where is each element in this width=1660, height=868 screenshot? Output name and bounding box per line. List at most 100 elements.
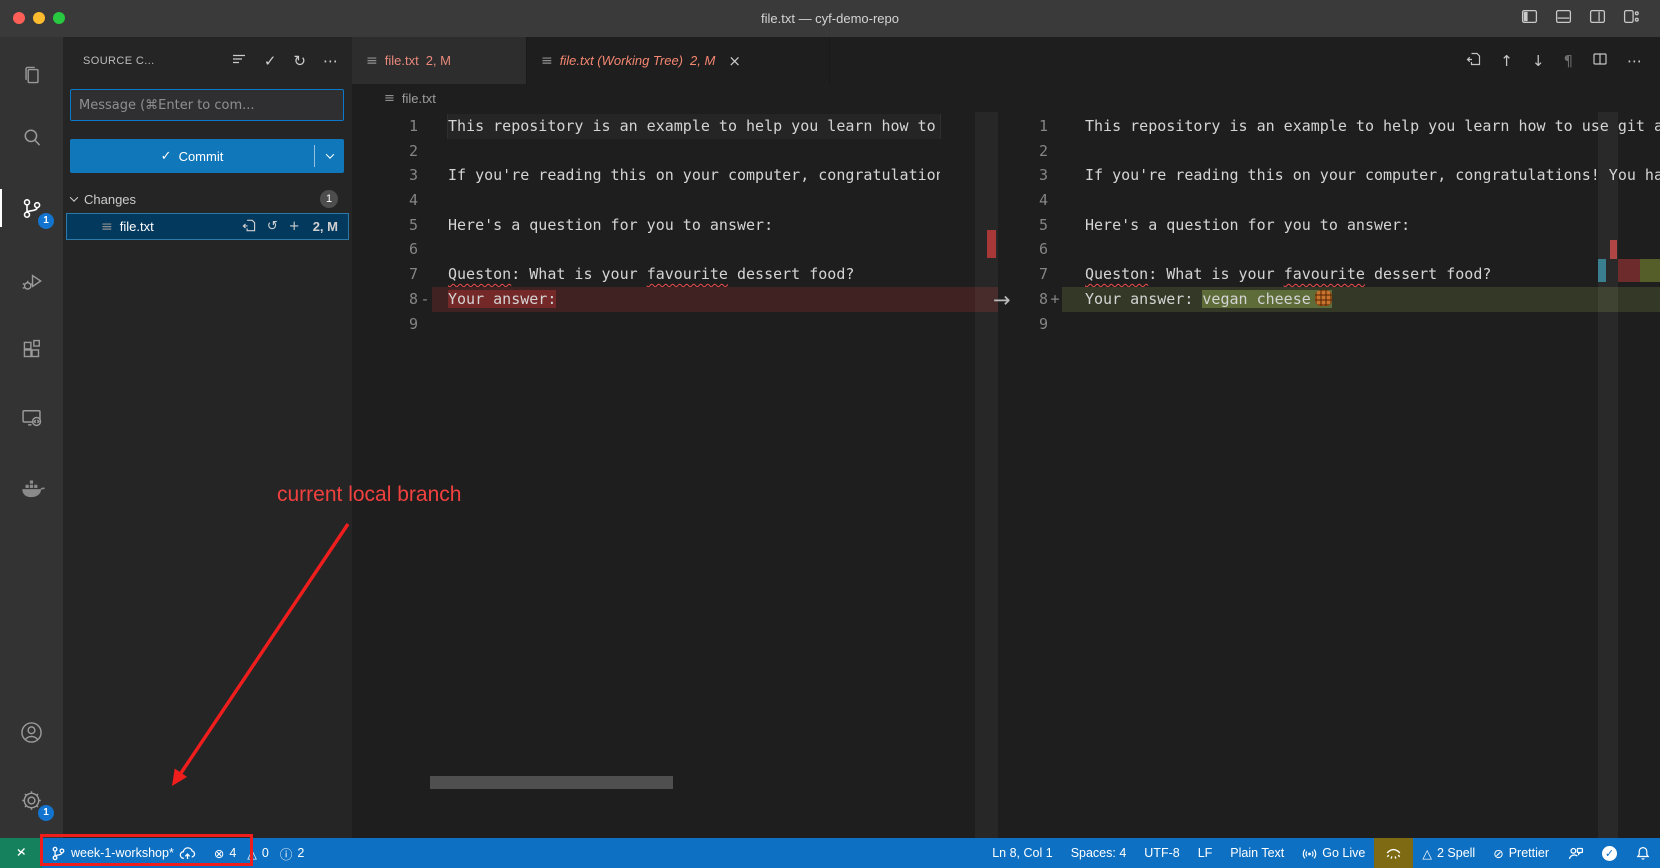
- tab-file-txt[interactable]: ≡ file.txt 2, M: [352, 37, 527, 84]
- line-number: 9: [352, 312, 418, 337]
- tab-label: file.txt: [385, 53, 419, 68]
- code-line[interactable]: 4: [1000, 188, 1660, 213]
- code-line[interactable]: 2: [352, 139, 998, 164]
- left-editor-scrollbar[interactable]: [975, 112, 998, 838]
- refresh-icon[interactable]: ↻: [293, 52, 306, 70]
- go-live-item[interactable]: Go Live: [1293, 838, 1374, 868]
- title-bar: file.txt — cyf-demo-repo: [0, 0, 1660, 37]
- sidebar-header: SOURCE C... ✓ ↻ ⋯: [63, 37, 352, 84]
- line-number: 5: [352, 213, 418, 238]
- horizontal-scrollbar[interactable]: [430, 776, 673, 789]
- code-line[interactable]: 3If you're reading this on your computer…: [1000, 163, 1660, 188]
- changed-file-row[interactable]: ≡ file.txt ↺ + 2, M: [66, 213, 349, 240]
- commit-message-input[interactable]: [70, 89, 344, 121]
- commit-button[interactable]: ✓ Commit: [70, 139, 344, 173]
- settings-gear-icon[interactable]: 1: [0, 774, 63, 826]
- code-line[interactable]: 9: [1000, 312, 1660, 337]
- changes-section-header[interactable]: Changes 1: [63, 186, 352, 212]
- docker-icon[interactable]: [0, 462, 63, 514]
- code-line[interactable]: 3If you're reading this on your computer…: [352, 163, 998, 188]
- code-line[interactable]: 5Here's a question for you to answer:: [1000, 213, 1660, 238]
- prettier-status-item[interactable]: ⊘ Prettier: [1484, 838, 1558, 868]
- open-changes-icon[interactable]: [1465, 51, 1481, 71]
- tab-file-txt-working-tree[interactable]: ≡ file.txt (Working Tree) 2, M ×: [527, 37, 830, 84]
- line-number: 6: [352, 237, 418, 262]
- breadcrumb[interactable]: ≡ file.txt: [352, 84, 1660, 112]
- code-line[interactable]: 5Here's a question for you to answer:: [352, 213, 998, 238]
- warning-icon: △: [1422, 846, 1432, 861]
- line-number: 7: [352, 262, 418, 287]
- toggle-secondary-sidebar-icon[interactable]: [1589, 8, 1606, 25]
- more-actions-icon[interactable]: ⋯: [1627, 52, 1642, 70]
- remote-explorer-icon[interactable]: [0, 391, 63, 443]
- accounts-icon[interactable]: [0, 706, 63, 758]
- info-count: 2: [297, 846, 304, 860]
- line-number: 4: [1000, 188, 1048, 213]
- code-line[interactable]: 1This repository is an example to help y…: [1000, 114, 1660, 139]
- line-number: 2: [1000, 139, 1048, 164]
- eol-item[interactable]: LF: [1189, 838, 1222, 868]
- open-file-icon[interactable]: [241, 218, 256, 236]
- line-number: 6: [1000, 237, 1048, 262]
- code-line[interactable]: 2: [1000, 139, 1660, 164]
- deleted-code-line[interactable]: 8-Your answer:: [352, 287, 998, 312]
- discard-changes-icon[interactable]: ↺: [267, 219, 278, 234]
- added-code-line[interactable]: 8+Your answer: vegan cheese: [1000, 287, 1660, 312]
- spell-status-item[interactable]: △ 2 Spell: [1413, 838, 1484, 868]
- cursor-position-item[interactable]: Ln 8, Col 1: [983, 838, 1061, 868]
- changes-count-badge: 1: [320, 190, 338, 208]
- whitespace-icon[interactable]: ¶: [1563, 52, 1573, 70]
- file-icon: ≡: [366, 53, 378, 69]
- diff-removed-sign: -: [418, 287, 432, 312]
- close-tab-icon[interactable]: ×: [728, 52, 741, 70]
- line-number: 1: [352, 114, 418, 139]
- waffle-emoji: [1315, 290, 1332, 306]
- settings-badge: 1: [38, 805, 54, 821]
- toggle-panel-icon[interactable]: [1555, 8, 1572, 25]
- view-and-sort-icon[interactable]: [231, 51, 247, 71]
- customize-layout-icon[interactable]: [1623, 8, 1640, 25]
- commit-check-icon[interactable]: ✓: [264, 52, 277, 70]
- code-line[interactable]: 6: [1000, 237, 1660, 262]
- code-line[interactable]: 7Queston: What is your favourite dessert…: [1000, 262, 1660, 287]
- revert-change-arrow-icon[interactable]: →: [993, 288, 1011, 312]
- file-icon: ≡: [101, 219, 113, 235]
- extensions-icon[interactable]: [0, 324, 63, 376]
- split-editor-icon[interactable]: [1592, 51, 1608, 71]
- remote-indicator[interactable]: [0, 838, 42, 868]
- spell-checker-off-item[interactable]: [1374, 838, 1413, 868]
- line-number: 5: [1000, 213, 1048, 238]
- notifications-item[interactable]: [1626, 838, 1660, 868]
- run-debug-icon[interactable]: [0, 255, 63, 307]
- feedback-item[interactable]: [1558, 838, 1593, 868]
- toggle-sidebar-icon[interactable]: [1521, 8, 1538, 25]
- activity-bar: 1 1: [0, 37, 63, 838]
- warning-count: 0: [262, 846, 269, 860]
- annotation-label: current local branch: [277, 483, 461, 507]
- code-line[interactable]: 1This repository is an example to help y…: [352, 114, 998, 139]
- code-text: Your answer: vegan cheese: [1085, 287, 1332, 312]
- source-control-icon[interactable]: 1: [0, 182, 63, 234]
- next-change-icon[interactable]: ↓: [1532, 52, 1545, 70]
- problems-status-item[interactable]: ⊗4 △0 ⓘ2: [205, 838, 313, 868]
- code-line[interactable]: 7Queston: What is your favourite dessert…: [352, 262, 998, 287]
- sidebar-title: SOURCE C...: [83, 55, 155, 67]
- explorer-icon[interactable]: [0, 49, 63, 101]
- error-count: 4: [229, 846, 236, 860]
- encoding-item[interactable]: UTF-8: [1135, 838, 1188, 868]
- line-number: 9: [1000, 312, 1048, 337]
- previous-change-icon[interactable]: ↑: [1500, 52, 1513, 70]
- search-icon[interactable]: [0, 112, 63, 164]
- source-control-badge: 1: [38, 213, 54, 229]
- indentation-item[interactable]: Spaces: 4: [1062, 838, 1136, 868]
- commit-dropdown-button[interactable]: [315, 139, 344, 173]
- code-line[interactable]: 9: [352, 312, 998, 337]
- stage-changes-icon[interactable]: +: [289, 219, 300, 234]
- code-line[interactable]: 4: [352, 188, 998, 213]
- more-actions-icon[interactable]: ⋯: [323, 52, 338, 70]
- code-line[interactable]: 6: [352, 237, 998, 262]
- language-mode-item[interactable]: Plain Text: [1221, 838, 1293, 868]
- branch-status-item[interactable]: week-1-workshop*: [42, 838, 205, 868]
- right-editor-scrollbar[interactable]: [1598, 112, 1618, 838]
- tracking-status-item[interactable]: ✓: [1593, 838, 1626, 868]
